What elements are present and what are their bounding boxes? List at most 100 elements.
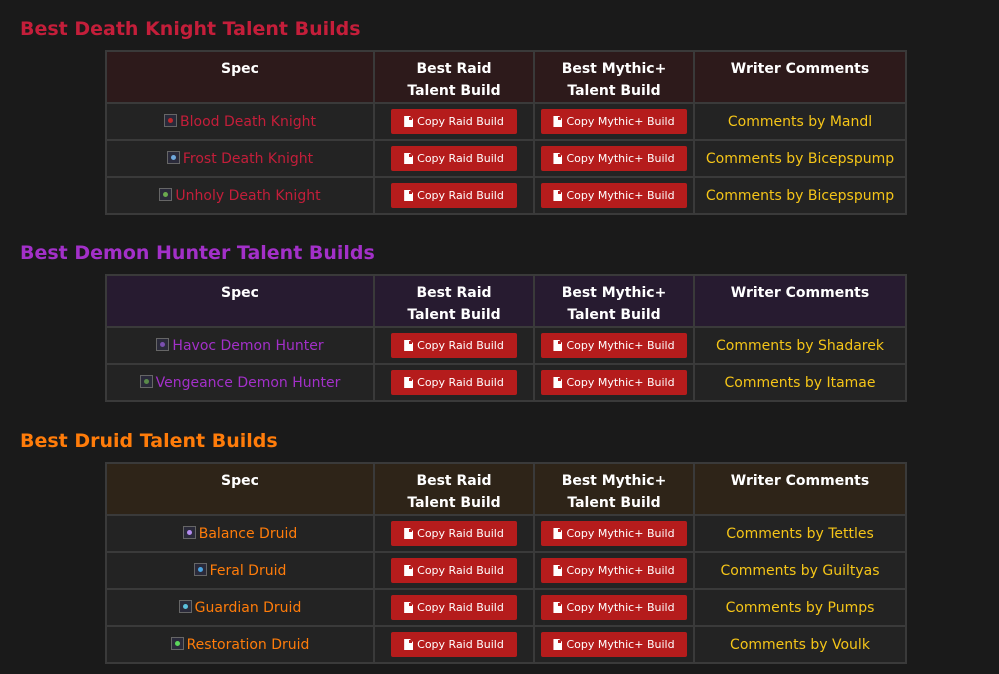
raid-build-cell: Copy Raid Build [373,363,535,402]
header-mythic-build: Best Mythic+ Talent Build [533,50,695,104]
header-spec: Spec [105,274,375,328]
table-row: Vengeance Demon Hunter Copy Raid Build C… [105,363,907,402]
copy-mythic-build-button[interactable]: Copy Mythic+ Build [541,370,687,395]
copy-raid-build-button[interactable]: Copy Raid Build [391,109,517,134]
spec-name: Havoc Demon Hunter [172,337,324,354]
copy-mythic-build-button[interactable]: Copy Mythic+ Build [541,109,687,134]
header-writer-comments: Writer Comments [693,274,907,328]
copy-icon [404,565,414,576]
builds-table: Spec Best Raid Talent Build Best Mythic+ T… [105,274,907,402]
comments-cell: Comments by Mandl [693,102,907,141]
raid-build-cell: Copy Raid Build [373,176,535,215]
copy-icon [404,639,414,650]
copy-mythic-build-button[interactable]: Copy Mythic+ Build [541,632,687,657]
copy-icon [404,190,414,201]
copy-raid-build-button[interactable]: Copy Raid Build [391,333,517,358]
copy-raid-build-button[interactable]: Copy Raid Build [391,632,517,657]
spec-cell: Balance Druid [105,514,375,553]
blood-dk-icon [164,113,178,127]
spec-link[interactable]: Havoc Demon Hunter [156,337,324,354]
copy-icon [553,116,563,127]
frost-dk-icon [166,150,180,164]
feral-druid-icon [193,562,207,576]
mythic-build-cell: Copy Mythic+ Build [533,551,695,590]
header-spec: Spec [105,50,375,104]
spec-link[interactable]: Vengeance Demon Hunter [139,374,341,391]
mythic-build-cell: Copy Mythic+ Build [533,326,695,365]
raid-build-cell: Copy Raid Build [373,514,535,553]
writer-comments-link[interactable]: Comments by Voulk [730,637,870,653]
copy-icon [404,602,414,613]
balance-druid-icon [182,525,196,539]
table-header-row: Spec Best Raid Talent Build Best Mythic+ T… [105,50,907,104]
table-row: Feral Druid Copy Raid Build Copy Mythic+… [105,551,907,590]
comments-cell: Comments by Itamae [693,363,907,402]
copy-raid-build-button[interactable]: Copy Raid Build [391,595,517,620]
raid-build-cell: Copy Raid Build [373,102,535,141]
copy-icon [404,116,414,127]
restoration-druid-icon [170,636,184,650]
copy-mythic-build-button[interactable]: Copy Mythic+ Build [541,146,687,171]
writer-comments-link[interactable]: Comments by Tettles [726,526,874,542]
copy-icon [553,639,563,650]
header-mythic-build: Best Mythic+ Talent Build [533,274,695,328]
raid-build-cell: Copy Raid Build [373,625,535,664]
copy-icon [553,190,563,201]
writer-comments-link[interactable]: Comments by Shadarek [716,338,884,354]
copy-raid-build-button[interactable]: Copy Raid Build [391,558,517,583]
spec-name: Feral Druid [209,562,287,579]
havoc-dh-icon [156,337,170,351]
writer-comments-link[interactable]: Comments by Pumps [726,600,875,616]
builds-table: Spec Best Raid Talent Build Best Mythic+ T… [105,50,907,215]
spec-link[interactable]: Balance Druid [182,525,297,542]
mythic-build-cell: Copy Mythic+ Build [533,363,695,402]
table-row: Frost Death Knight Copy Raid Build Copy … [105,139,907,178]
spec-cell: Unholy Death Knight [105,176,375,215]
comments-cell: Comments by Shadarek [693,326,907,365]
copy-icon [404,340,414,351]
spec-link[interactable]: Unholy Death Knight [159,187,321,204]
copy-mythic-build-button[interactable]: Copy Mythic+ Build [541,521,687,546]
copy-raid-build-button[interactable]: Copy Raid Build [391,146,517,171]
copy-mythic-build-button[interactable]: Copy Mythic+ Build [541,595,687,620]
table-row: Restoration Druid Copy Raid Build Copy M… [105,625,907,664]
blood-dk-icon-glyph [168,117,174,123]
writer-comments-link[interactable]: Comments by Bicepspump [706,188,894,204]
copy-mythic-build-button[interactable]: Copy Mythic+ Build [541,183,687,208]
copy-mythic-build-button[interactable]: Copy Mythic+ Build [541,333,687,358]
spec-link[interactable]: Guardian Druid [178,599,302,616]
copy-mythic-build-button[interactable]: Copy Mythic+ Build [541,558,687,583]
spec-name: Vengeance Demon Hunter [155,374,341,391]
guardian-druid-icon [178,599,192,613]
spec-link[interactable]: Blood Death Knight [164,113,316,130]
spec-name: Guardian Druid [194,599,302,616]
spec-name: Frost Death Knight [182,150,314,167]
writer-comments-link[interactable]: Comments by Mandl [728,114,872,130]
spec-link[interactable]: Feral Druid [193,562,287,579]
copy-icon [553,565,563,576]
writer-comments-link[interactable]: Comments by Itamae [725,375,876,391]
table-row: Guardian Druid Copy Raid Build Copy Myth… [105,588,907,627]
feral-druid-icon-glyph [197,566,203,572]
mythic-build-cell: Copy Mythic+ Build [533,176,695,215]
raid-build-cell: Copy Raid Build [373,588,535,627]
comments-cell: Comments by Bicepspump [693,139,907,178]
spec-link[interactable]: Restoration Druid [170,636,309,653]
table-header-row: Spec Best Raid Talent Build Best Mythic+ T… [105,462,907,516]
copy-icon [404,528,414,539]
spec-link[interactable]: Frost Death Knight [166,150,314,167]
copy-raid-build-button[interactable]: Copy Raid Build [391,370,517,395]
copy-raid-build-button[interactable]: Copy Raid Build [391,521,517,546]
copy-icon [553,528,563,539]
table-row: Balance Druid Copy Raid Build Copy Mythi… [105,514,907,553]
writer-comments-link[interactable]: Comments by Guiltyas [720,563,879,579]
copy-icon [553,153,563,164]
mythic-build-cell: Copy Mythic+ Build [533,588,695,627]
copy-raid-build-button[interactable]: Copy Raid Build [391,183,517,208]
section-title: Best Death Knight Talent Builds [20,18,361,40]
spec-name: Blood Death Knight [180,113,316,130]
spec-cell: Feral Druid [105,551,375,590]
vengeance-dh-icon-glyph [143,378,149,384]
mythic-build-cell: Copy Mythic+ Build [533,139,695,178]
writer-comments-link[interactable]: Comments by Bicepspump [706,151,894,167]
